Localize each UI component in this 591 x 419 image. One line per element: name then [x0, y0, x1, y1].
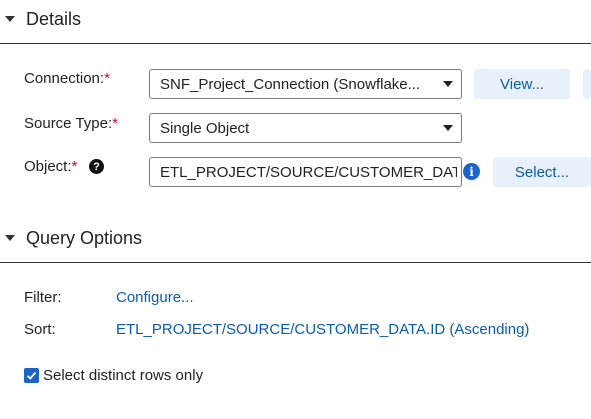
connection-label: Connection:* — [24, 70, 110, 87]
help-icon[interactable]: ? — [89, 159, 104, 174]
distinct-rows-label: Select distinct rows only — [43, 367, 204, 384]
collapse-caret-icon[interactable] — [5, 16, 15, 22]
connection-value: SNF_Project_Connection (Snowflake... — [160, 75, 421, 93]
required-marker: * — [112, 115, 118, 132]
dropdown-arrow-icon — [443, 81, 453, 87]
new-connection-button[interactable] — [583, 69, 591, 99]
configure-filter-link[interactable]: Configure... — [116, 289, 194, 306]
object-label: Object:* — [24, 158, 78, 175]
checkmark-icon — [26, 371, 37, 380]
info-icon[interactable]: i — [463, 163, 480, 180]
details-divider — [0, 43, 591, 44]
dropdown-arrow-icon — [443, 125, 453, 131]
select-object-button[interactable]: Select... — [493, 157, 591, 187]
collapse-caret-icon[interactable] — [5, 235, 15, 241]
object-value: ETL_PROJECT/SOURCE/CUSTOMER_DATA — [160, 163, 457, 181]
required-marker: * — [104, 70, 110, 87]
source-type-value: Single Object — [160, 119, 250, 137]
filter-label: Filter: — [24, 289, 62, 306]
connection-select[interactable]: SNF_Project_Connection (Snowflake... — [149, 69, 462, 99]
query-options-divider — [0, 262, 591, 263]
source-type-label: Source Type:* — [24, 115, 118, 132]
object-field[interactable]: ETL_PROJECT/SOURCE/CUSTOMER_DATA — [149, 157, 462, 187]
view-button[interactable]: View... — [474, 69, 570, 99]
distinct-rows-checkbox[interactable] — [24, 368, 39, 383]
query-options-title: Query Options — [26, 227, 143, 248]
sort-label: Sort: — [24, 321, 56, 338]
query-options-section-header[interactable]: Query Options — [0, 228, 142, 248]
source-type-select[interactable]: Single Object — [149, 113, 462, 143]
distinct-rows-option[interactable]: Select distinct rows only — [24, 367, 203, 384]
details-section-header[interactable]: Details — [0, 9, 81, 29]
required-marker: * — [71, 158, 78, 175]
sort-link[interactable]: ETL_PROJECT/SOURCE/CUSTOMER_DATA.ID (Asc… — [116, 321, 529, 338]
details-title: Details — [26, 8, 82, 29]
